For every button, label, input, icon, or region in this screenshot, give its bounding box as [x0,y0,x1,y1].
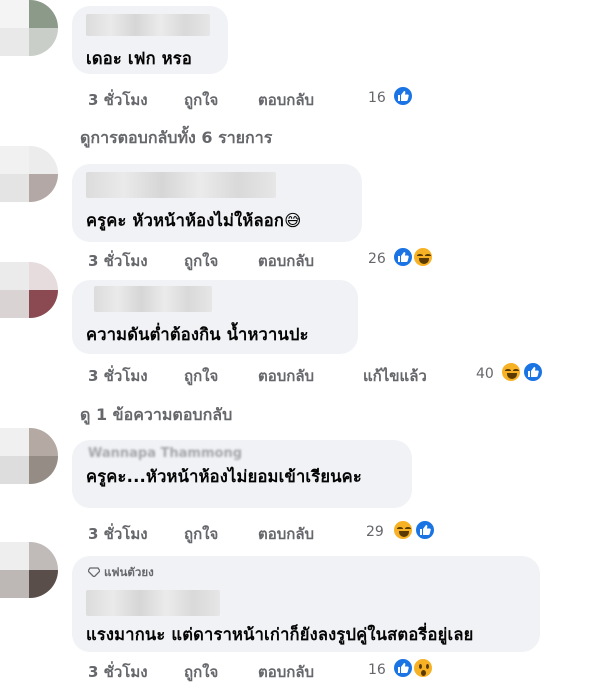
like-button[interactable]: ถูกใจ [184,522,218,546]
comment-text: ครูคะ...หัวหน้าห้องไม่ยอมเข้าเรียนคะ [86,467,362,486]
like-button[interactable]: ถูกใจ [184,660,218,684]
reply-button[interactable]: ตอบกลับ [258,249,314,273]
comment-time[interactable]: 3 ชั่วโมง [88,249,148,273]
commenter-avatar[interactable] [0,428,58,484]
wow-icon [412,657,434,679]
reaction-count[interactable]: 29 [366,524,384,540]
view-replies-link[interactable]: ดูการตอบกลับทั้ง 6 รายการ [80,126,272,151]
comment-bubble: Wannapa Thammong ครูคะ...หัวหน้าห้องไม่ย… [72,440,412,508]
commenter-name[interactable]: Wannapa Thammong [88,446,242,461]
comment-time[interactable]: 3 ชั่วโมง [88,660,148,684]
haha-icon [392,519,414,541]
commenter-avatar[interactable] [0,262,58,318]
reaction-count[interactable]: 40 [476,366,494,382]
comment-time[interactable]: 3 ชั่วโมง [88,522,148,546]
commenter-name[interactable] [86,14,210,36]
like-icon [392,246,414,268]
fan-badge-label: แฟนตัวยง [104,565,154,579]
like-button[interactable]: ถูกใจ [184,364,218,388]
like-button[interactable]: ถูกใจ [184,88,218,112]
reply-button[interactable]: ตอบกลับ [258,522,314,546]
like-icon [414,519,436,541]
reply-button[interactable]: ตอบกลับ [258,364,314,388]
comment-text: เดอะ เฟก หรอ [86,49,192,68]
like-icon [392,85,414,107]
comment-bubble: เดอะ เฟก หรอ [72,6,228,74]
like-icon [522,361,544,383]
reply-button[interactable]: ตอบกลับ [258,88,314,112]
reaction-count[interactable]: 16 [368,662,386,678]
commenter-name[interactable] [94,286,212,312]
comment-bubble: แฟนตัวยง แรงมากนะ แต่ดาราหน้าเก่าก็ยังลง… [72,556,540,652]
view-replies-link[interactable]: ดู 1 ข้อความตอบกลับ [80,403,232,428]
comment-text: แรงมากนะ แต่ดาราหน้าเก่าก็ยังลงรูปคู่ในส… [86,625,474,644]
haha-icon [500,361,522,383]
haha-icon [412,246,434,268]
commenter-name[interactable] [86,172,276,198]
commenter-avatar[interactable] [0,146,58,202]
like-icon [392,657,414,679]
comment-time[interactable]: 3 ชั่วโมง [88,88,148,112]
reply-button[interactable]: ตอบกลับ [258,660,314,684]
reaction-count[interactable]: 16 [368,90,386,106]
comment-time[interactable]: 3 ชั่วโมง [88,364,148,388]
like-button[interactable]: ถูกใจ [184,249,218,273]
comment-text: ความดันต่ำต้องกิน น้ำหวานปะ [86,325,309,344]
commenter-name[interactable] [86,590,220,616]
comment-bubble: ครูคะ หัวหน้าห้องไม่ให้ลอก😅 [72,164,362,242]
diamond-icon [88,567,100,577]
reaction-count[interactable]: 26 [368,251,386,267]
commenter-avatar[interactable] [0,0,58,56]
commenter-avatar[interactable] [0,542,58,598]
comment-bubble: ความดันต่ำต้องกิน น้ำหวานปะ [72,280,358,354]
comment-text: ครูคะ หัวหน้าห้องไม่ให้ลอก😅 [86,211,302,230]
edited-label[interactable]: แก้ไขแล้ว [363,364,427,388]
fan-badge[interactable]: แฟนตัวยง [88,564,154,582]
